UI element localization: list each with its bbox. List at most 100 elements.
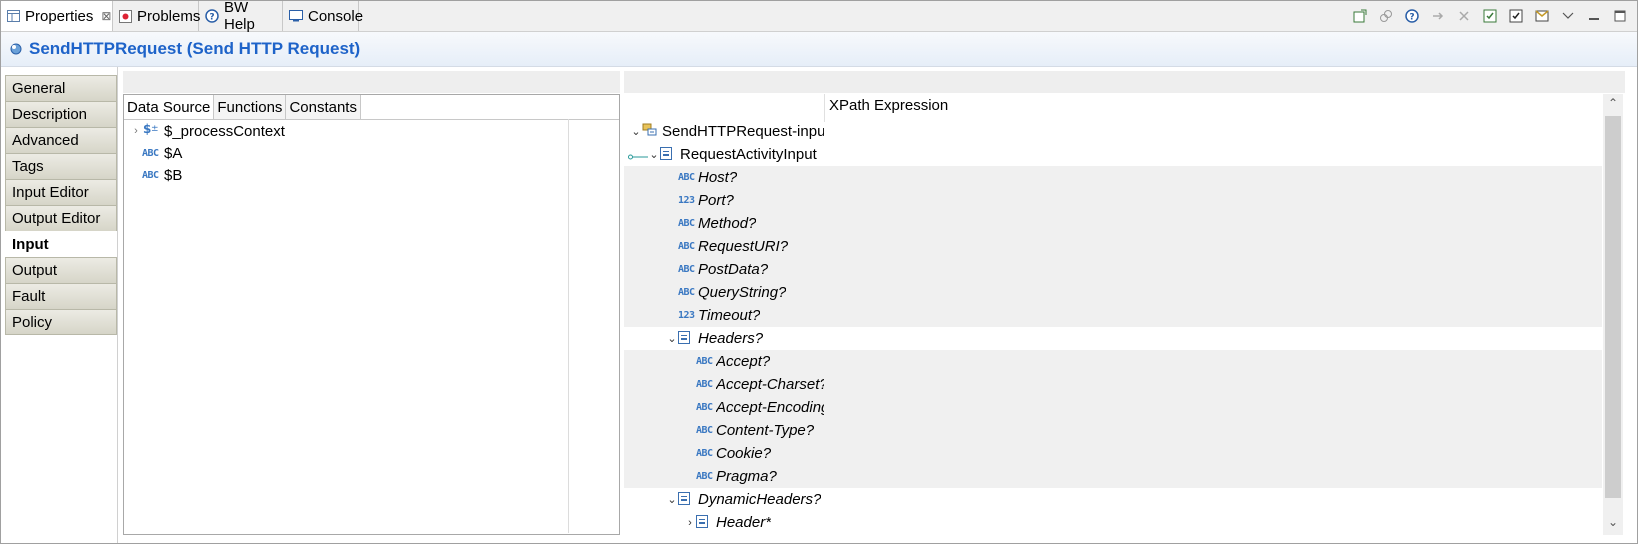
string-type-icon: ABC bbox=[678, 172, 695, 183]
divider bbox=[117, 67, 118, 543]
properties-view: Properties ⊠ Problems ? BW Help Console … bbox=[0, 0, 1638, 544]
filter-icon[interactable] bbox=[1533, 7, 1551, 25]
schema-row[interactable]: ABC Method? bbox=[624, 212, 1602, 235]
close-all-icon[interactable] bbox=[1455, 7, 1473, 25]
tab-console[interactable]: Console bbox=[283, 1, 363, 31]
scroll-up-icon[interactable]: ⌃ bbox=[1603, 96, 1623, 114]
side-tab-output[interactable]: Output bbox=[5, 257, 117, 283]
schema-row[interactable]: ABC PostData? bbox=[624, 258, 1602, 281]
tree-item-label: $A bbox=[164, 144, 183, 162]
tab-data-source[interactable]: Data Source bbox=[124, 95, 215, 119]
side-tab-input[interactable]: Input bbox=[5, 231, 117, 257]
side-tab-description[interactable]: Description bbox=[5, 101, 117, 127]
side-tab-policy[interactable]: Policy bbox=[5, 309, 117, 335]
scroll-thumb[interactable] bbox=[1605, 116, 1621, 498]
scroll-down-icon[interactable]: ⌄ bbox=[1603, 515, 1623, 533]
chevron-right-icon[interactable]: › bbox=[130, 125, 142, 137]
side-tab-general[interactable]: General bbox=[5, 75, 117, 101]
help-icon[interactable]: ? bbox=[1403, 7, 1421, 25]
view-toolbar: ? bbox=[1351, 7, 1629, 25]
chevron-down-icon[interactable]: ⌄ bbox=[630, 125, 642, 138]
number-type-icon: 123 bbox=[678, 310, 695, 321]
left-pane-header bbox=[123, 71, 620, 93]
check-icon[interactable] bbox=[1507, 7, 1525, 25]
schema-row[interactable]: ⌄ Headers? bbox=[624, 327, 1602, 350]
link-icon[interactable] bbox=[1377, 7, 1395, 25]
string-type-icon: ABC bbox=[696, 356, 713, 367]
schema-row[interactable]: ⌄ DynamicHeaders? bbox=[624, 488, 1602, 511]
tab-problems[interactable]: Problems bbox=[113, 1, 201, 31]
chevron-right-icon[interactable]: › bbox=[684, 517, 696, 529]
tree-item-b[interactable]: ABC $B bbox=[142, 164, 182, 186]
string-type-icon: ABC bbox=[142, 147, 159, 159]
string-type-icon: ABC bbox=[696, 402, 713, 413]
pin-icon[interactable] bbox=[1351, 7, 1369, 25]
string-type-icon: ABC bbox=[678, 241, 695, 252]
schema-row[interactable]: ABCAccept-Encoding? bbox=[624, 396, 1602, 419]
schema-row[interactable]: ABC Pragma? bbox=[624, 465, 1602, 488]
context-var-icon: $ ± bbox=[142, 122, 164, 140]
schema-row[interactable]: 123 Port? bbox=[624, 189, 1602, 212]
tab-bw-help[interactable]: ? BW Help bbox=[199, 0, 283, 33]
side-tab-output-editor[interactable]: Output Editor bbox=[5, 205, 117, 231]
schema-row[interactable]: ABC Accept? bbox=[624, 350, 1602, 373]
side-tab-tags[interactable]: Tags bbox=[5, 153, 117, 179]
forward-icon[interactable] bbox=[1429, 7, 1447, 25]
schema-row-label: RequestActivityInput bbox=[680, 146, 817, 163]
svg-text:?: ? bbox=[209, 13, 214, 23]
activity-icon bbox=[9, 42, 23, 56]
problems-icon bbox=[119, 9, 132, 23]
tab-functions[interactable]: Functions bbox=[214, 95, 287, 119]
chevron-down-icon[interactable]: ⌄ bbox=[666, 493, 678, 506]
close-icon[interactable]: ⊠ bbox=[101, 9, 111, 23]
schema-row-label: Accept? bbox=[716, 353, 771, 370]
view-tab-bar: Properties ⊠ Problems ? BW Help Console … bbox=[1, 0, 1637, 33]
schema-row-label: Timeout? bbox=[698, 307, 761, 324]
string-type-icon: ABC bbox=[678, 264, 695, 275]
input-root-icon bbox=[642, 123, 662, 140]
tab-constants[interactable]: Constants bbox=[286, 95, 361, 119]
tab-label: BW Help bbox=[224, 0, 255, 33]
save-icon[interactable] bbox=[1481, 7, 1499, 25]
tab-label: Console bbox=[308, 7, 364, 25]
schema-row[interactable]: ABC Accept-Charset? bbox=[624, 373, 1602, 396]
schema-row[interactable]: ABC RequestURI? bbox=[624, 235, 1602, 258]
chevron-down-icon[interactable]: ⌄ bbox=[666, 332, 678, 345]
schema-row-label: DynamicHeaders? bbox=[698, 491, 822, 508]
help-icon: ? bbox=[205, 9, 219, 23]
string-type-icon: ABC bbox=[696, 425, 713, 436]
console-icon bbox=[289, 9, 303, 23]
side-tab-fault[interactable]: Fault bbox=[5, 283, 117, 309]
number-type-icon: 123 bbox=[678, 195, 695, 206]
minimize-icon[interactable] bbox=[1585, 7, 1603, 25]
tab-label: Properties bbox=[25, 7, 94, 25]
tree-item-process-context[interactable]: › $ ± $_processContext bbox=[130, 120, 285, 142]
tab-properties[interactable]: Properties ⊠ bbox=[1, 1, 113, 31]
side-tab-input-editor[interactable]: Input Editor bbox=[5, 179, 117, 205]
schema-row[interactable]: ABC Cookie? bbox=[624, 442, 1602, 465]
svg-text:?: ? bbox=[1409, 13, 1414, 23]
side-tab-advanced[interactable]: Advanced bbox=[5, 127, 117, 153]
string-type-icon: ABC bbox=[696, 379, 713, 390]
side-tabs: General Description Advanced Tags Input … bbox=[5, 75, 117, 335]
string-type-icon: ABC bbox=[696, 448, 713, 459]
tree-item-label: $_processContext bbox=[164, 122, 285, 140]
schema-row[interactable]: 123 Timeout? bbox=[624, 304, 1602, 327]
data-source-pane: Data Source Functions Constants › $ ± $_p… bbox=[123, 94, 620, 535]
tree-item-a[interactable]: ABC $A bbox=[142, 142, 182, 164]
maximize-icon[interactable] bbox=[1611, 7, 1629, 25]
string-type-icon: ABC bbox=[678, 218, 695, 229]
schema-row[interactable]: ABC Host? bbox=[624, 166, 1602, 189]
page-title: SendHTTPRequest (Send HTTP Request) bbox=[29, 39, 361, 58]
schema-row[interactable]: ⌄ SendHTTPRequest-input bbox=[624, 120, 1602, 143]
schema-row[interactable]: ABC QueryString? bbox=[624, 281, 1602, 304]
schema-row-label: QueryString? bbox=[698, 284, 787, 301]
schema-row[interactable]: ABC Content-Type? bbox=[624, 419, 1602, 442]
schema-row[interactable]: ⌄ RequestActivityInput bbox=[624, 143, 1602, 166]
tab-label: Problems bbox=[137, 7, 201, 25]
schema-row-label: Cookie? bbox=[716, 445, 772, 462]
view-menu-icon[interactable] bbox=[1559, 7, 1577, 25]
schema-row-label: Accept-Encoding? bbox=[716, 399, 824, 416]
vertical-scrollbar[interactable]: ⌃ ⌄ bbox=[1603, 94, 1623, 535]
schema-row[interactable]: › Header* bbox=[624, 511, 1602, 534]
